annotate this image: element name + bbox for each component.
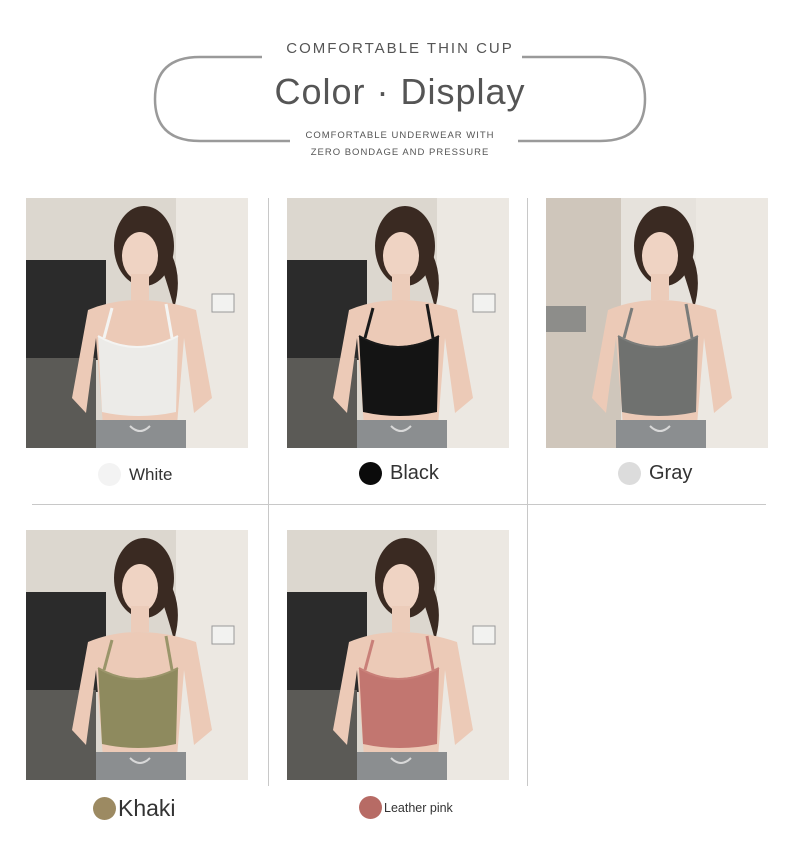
product-photo [287,530,509,780]
subtitle-line-2: ZERO BONDAGE AND PRESSURE [310,147,490,158]
divider-vertical-1 [268,198,269,786]
product-photo [26,198,248,448]
color-swatch[interactable] [93,797,116,820]
color-label: Leather pink [384,800,453,815]
page-title: Color · Display [274,71,526,112]
product-photo [287,198,509,448]
color-swatch[interactable] [98,463,121,486]
header-subtitle: COMFORTABLE UNDERWEAR WITH ZERO BONDAGE … [300,127,500,161]
header-eyebrow: COMFORTABLE THIN CUP [286,40,514,57]
color-label: Gray [649,462,693,484]
color-label: Black [390,462,439,484]
color-swatch[interactable] [359,462,382,485]
header: COMFORTABLE THIN CUP Color · Display COM… [0,0,800,170]
product-photo [26,530,248,780]
subtitle-line-1: COMFORTABLE UNDERWEAR WITH [305,130,495,141]
color-swatch[interactable] [618,462,641,485]
color-swatch[interactable] [359,796,382,819]
divider-vertical-2 [527,198,528,786]
color-label: Khaki [118,795,176,821]
color-label: White [129,464,173,484]
product-photo [546,198,768,448]
divider-horizontal [32,504,766,505]
